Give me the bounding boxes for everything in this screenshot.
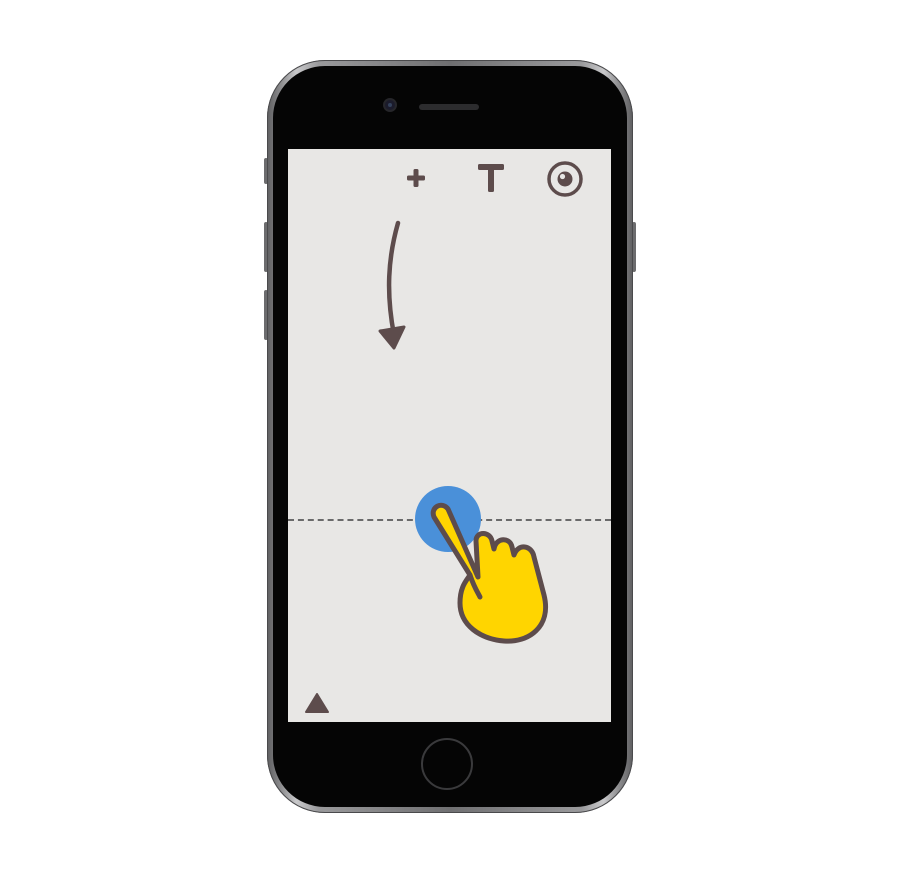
add-button[interactable] bbox=[402, 163, 430, 193]
text-tool-button[interactable] bbox=[476, 161, 506, 195]
pointing-hand-icon bbox=[430, 502, 548, 644]
triangle-up-icon[interactable] bbox=[304, 692, 330, 714]
plus-icon bbox=[407, 169, 425, 187]
view-button[interactable] bbox=[546, 160, 584, 198]
swipe-down-arrow-icon bbox=[378, 220, 406, 350]
text-tool-icon bbox=[478, 164, 504, 192]
earpiece-speaker bbox=[419, 104, 479, 110]
eye-icon bbox=[547, 161, 583, 197]
app-screen bbox=[288, 149, 611, 722]
front-camera-icon bbox=[385, 100, 395, 110]
stage bbox=[0, 0, 900, 875]
home-button[interactable] bbox=[421, 738, 473, 790]
